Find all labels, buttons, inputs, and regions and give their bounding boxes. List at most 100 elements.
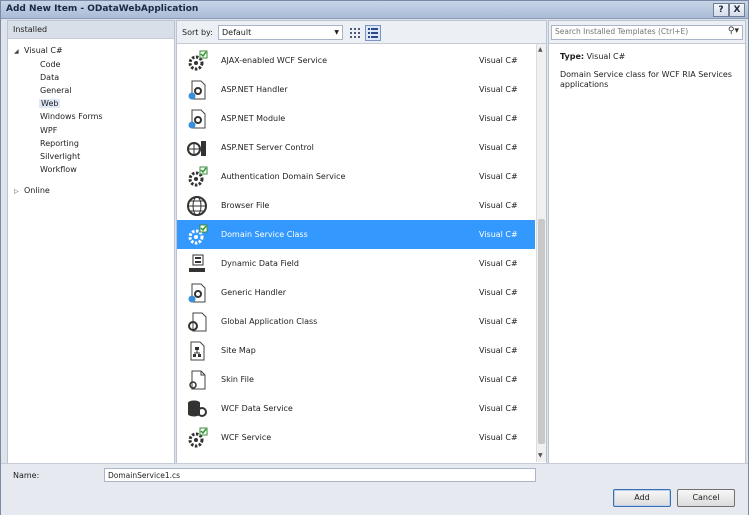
- globe-control-icon: [187, 141, 206, 156]
- expanded-triangle-icon[interactable]: ◢: [14, 48, 19, 55]
- globe-icon: [187, 196, 207, 216]
- details-panel: ⚲▾ Type: Visual C# Domain Service class …: [548, 20, 746, 464]
- template-language: Visual C#: [479, 201, 518, 210]
- data-field-icon: [189, 254, 205, 272]
- template-name: Dynamic Data Field: [221, 259, 299, 268]
- template-row-generic-handler[interactable]: Generic Handler Visual C#: [177, 278, 535, 307]
- template-row-asp-net-handler[interactable]: ASP.NET Handler Visual C#: [177, 75, 535, 104]
- template-language: Visual C#: [479, 346, 518, 355]
- sitemap-icon: [190, 341, 205, 361]
- installed-header[interactable]: Installed: [8, 21, 174, 39]
- template-name: AJAX-enabled WCF Service: [221, 56, 328, 65]
- database-icon: [188, 400, 207, 417]
- scroll-down-arrow-icon[interactable]: ▼: [538, 452, 543, 459]
- name-input[interactable]: [104, 468, 536, 482]
- small-icons-grid-icon: [350, 28, 360, 38]
- name-label: Name:: [13, 471, 40, 480]
- cancel-button[interactable]: Cancel: [677, 489, 735, 507]
- template-name: WCF Service: [221, 433, 272, 442]
- template-list-panel: Sort by: Default ▼ AJAX-enabled WCF Serv…: [176, 20, 547, 464]
- tree-node-web[interactable]: Web: [39, 99, 61, 108]
- bottom-bar: Name: Add Cancel: [1, 463, 748, 515]
- template-name: Skin File: [221, 375, 254, 384]
- template-row-wcf-data-service[interactable]: WCF Data Service Visual C#: [177, 394, 535, 423]
- template-row-skin-file[interactable]: Skin File Visual C#: [177, 365, 535, 394]
- tree-node-data[interactable]: Data: [40, 73, 59, 82]
- tree-node-code[interactable]: Code: [40, 60, 60, 69]
- template-row-browser-file[interactable]: Browser File Visual C#: [177, 191, 535, 220]
- template-language: Visual C#: [479, 56, 518, 65]
- add-button[interactable]: Add: [613, 489, 671, 507]
- tree-node-workflow[interactable]: Workflow: [40, 165, 77, 174]
- template-row-asp-net-module[interactable]: ASP.NET Module Visual C#: [177, 104, 535, 133]
- installed-label: Installed: [13, 25, 48, 34]
- template-language: Visual C#: [479, 143, 518, 152]
- tree-node-online[interactable]: Online: [24, 186, 50, 195]
- template-language: Visual C#: [479, 172, 518, 181]
- template-row-authentication-domain-service[interactable]: Authentication Domain Service Visual C#: [177, 162, 535, 191]
- list-view-icon: [368, 28, 378, 38]
- page-gear-icon: [188, 109, 206, 129]
- chevron-down-icon: ▼: [334, 29, 339, 36]
- tree-node-silverlight[interactable]: Silverlight: [40, 152, 80, 161]
- page-gear-icon: [188, 312, 207, 332]
- template-name: Browser File: [221, 201, 270, 210]
- template-list: AJAX-enabled WCF Service Visual C# ASP.N…: [177, 44, 535, 462]
- template-name: ASP.NET Module: [221, 114, 286, 123]
- type-value: Visual C#: [586, 52, 626, 61]
- template-name: WCF Data Service: [221, 404, 293, 413]
- template-row-asp-net-server-control[interactable]: ASP.NET Server Control Visual C#: [177, 133, 535, 162]
- template-name: Site Map: [221, 346, 256, 355]
- page-gear-icon: [188, 283, 206, 303]
- add-new-item-dialog: Add New Item - ODataWebApplication ? X I…: [0, 0, 749, 515]
- template-name: Global Application Class: [221, 317, 318, 326]
- template-row-ajax-enabled-wcf-service[interactable]: AJAX-enabled WCF Service Visual C#: [177, 46, 535, 75]
- template-language: Visual C#: [479, 288, 518, 297]
- collapsed-triangle-icon[interactable]: ▷: [14, 188, 19, 195]
- sort-by-dropdown[interactable]: Default ▼: [218, 25, 343, 40]
- search-bar: ⚲▾: [549, 21, 745, 44]
- close-button[interactable]: X: [729, 3, 745, 17]
- template-row-global-application-class[interactable]: Global Application Class Visual C#: [177, 307, 535, 336]
- template-name: ASP.NET Handler: [221, 85, 288, 94]
- gear-icon: [188, 50, 208, 71]
- scrollbar-thumb[interactable]: [538, 219, 545, 444]
- tree-node-windows-forms[interactable]: Windows Forms: [40, 112, 103, 121]
- tree-node-wpf[interactable]: WPF: [40, 126, 57, 135]
- gear-icon: [188, 427, 208, 448]
- tree-node-general[interactable]: General: [40, 86, 72, 95]
- details-view-button[interactable]: [365, 25, 381, 41]
- template-row-wcf-service[interactable]: WCF Service Visual C#: [177, 423, 535, 452]
- sort-by-value: Default: [222, 28, 252, 37]
- scroll-up-arrow-icon[interactable]: ▲: [538, 46, 543, 53]
- template-language: Visual C#: [479, 230, 518, 239]
- template-row-site-map[interactable]: Site Map Visual C#: [177, 336, 535, 365]
- tree-node-visual-csharp[interactable]: Visual C#: [24, 46, 63, 55]
- template-name: Generic Handler: [221, 288, 287, 297]
- template-language: Visual C#: [479, 375, 518, 384]
- sort-toolbar: Sort by: Default ▼: [177, 21, 546, 44]
- sort-by-label: Sort by:: [182, 28, 213, 37]
- template-language: Visual C#: [479, 433, 518, 442]
- template-language: Visual C#: [479, 317, 518, 326]
- tree-node-reporting[interactable]: Reporting: [40, 139, 79, 148]
- template-list-scrollbar[interactable]: ▲ ▼: [536, 44, 546, 462]
- search-input[interactable]: [552, 26, 718, 37]
- type-label: Type:: [560, 52, 585, 61]
- template-language: Visual C#: [479, 85, 518, 94]
- template-row-domain-service-class[interactable]: Domain Service Class Visual C#: [177, 220, 535, 249]
- search-box[interactable]: ⚲▾: [551, 25, 743, 40]
- page-gear-icon: [188, 80, 206, 100]
- help-button[interactable]: ?: [713, 3, 729, 17]
- gear-icon: [188, 224, 208, 245]
- template-description: Domain Service class for WCF RIA Service…: [560, 70, 732, 89]
- template-row-dynamic-data-field[interactable]: Dynamic Data Field Visual C#: [177, 249, 535, 278]
- title-bar: Add New Item - ODataWebApplication ? X: [1, 1, 748, 19]
- page-icon: [189, 370, 206, 390]
- template-name: Domain Service Class: [221, 230, 308, 239]
- template-name: ASP.NET Server Control: [221, 143, 314, 152]
- template-language: Visual C#: [479, 404, 518, 413]
- gear-icon: [188, 166, 208, 187]
- search-icon[interactable]: ⚲▾: [728, 26, 739, 36]
- medium-icons-view-button[interactable]: [347, 25, 363, 41]
